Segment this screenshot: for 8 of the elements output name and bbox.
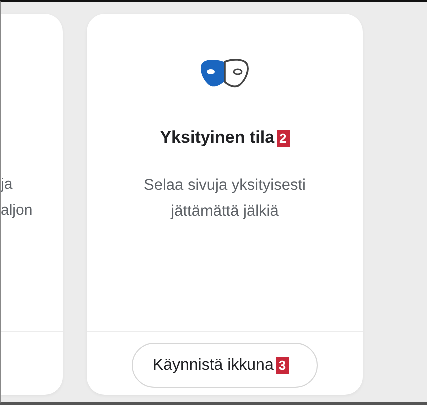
card-description: ja <box>1 175 14 195</box>
mask-icon <box>199 58 251 90</box>
card-description: Selaa sivuja yksityisesti jättämättä jälkiä <box>143 176 307 222</box>
launch-window-button[interactable]: Käynnistä ikkuna 3 <box>132 343 318 388</box>
card-title: Yksityinen tila <box>160 128 275 148</box>
number-badge: 3 <box>276 357 290 374</box>
number-badge: 2 <box>276 130 290 146</box>
card-description: aljon <box>1 201 34 221</box>
